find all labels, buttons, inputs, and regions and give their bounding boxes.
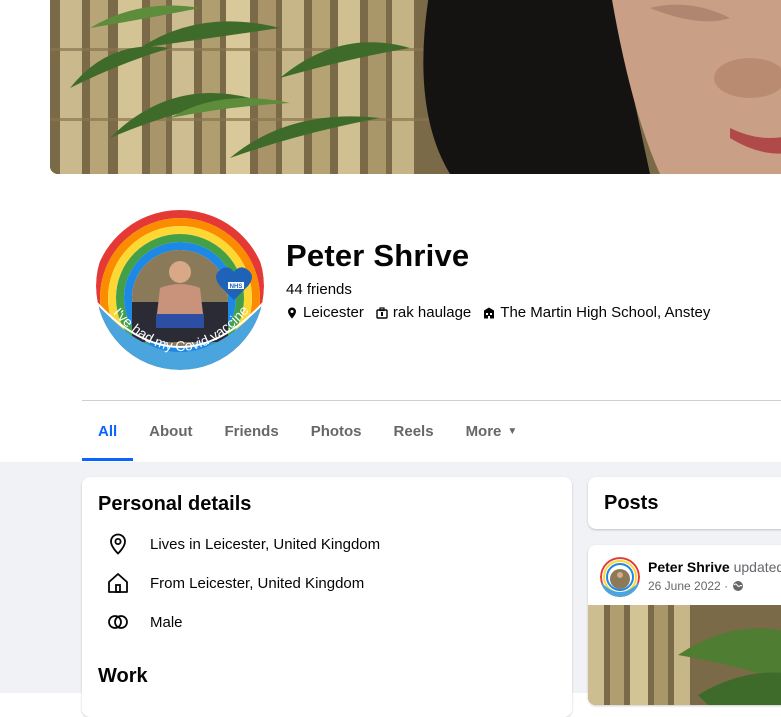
tab-more-label: More (465, 422, 502, 440)
tab-more[interactable]: More ▼ (450, 401, 534, 461)
briefcase-icon (376, 306, 388, 319)
svg-text:NHS: NHS (230, 284, 243, 290)
post-image[interactable] (588, 605, 781, 705)
personal-details-title: Personal details (98, 493, 252, 515)
meta-location: Leicester (286, 304, 364, 321)
meta-school: The Martin High School, Anstey (483, 304, 710, 321)
personal-details-card: Personal details Lives in Leicester, Uni… (82, 477, 572, 717)
tab-reels[interactable]: Reels (378, 401, 450, 461)
cover-photo[interactable] (50, 0, 781, 174)
post-author-line: Peter Shrive updated (648, 559, 781, 575)
post-card: Peter Shrive updated 26 June 2022 · (588, 545, 781, 705)
post-date[interactable]: 26 June 2022 · (648, 579, 728, 593)
friends-count[interactable]: 44 friends (286, 281, 352, 298)
from-text[interactable]: From Leicester, United Kingdom (150, 575, 364, 592)
globe-icon (733, 581, 744, 591)
posts-title: Posts (604, 492, 659, 514)
map-pin-icon (104, 530, 132, 558)
post-author-avatar[interactable] (600, 557, 640, 597)
profile-meta: Leicester rak haulage The Martin High Sc… (286, 304, 710, 321)
gender-icon (104, 608, 132, 636)
profile-avatar[interactable]: NHS I've had my Covid vaccine (96, 202, 264, 370)
gender-text: Male (150, 613, 183, 631)
tab-friends[interactable]: Friends (209, 401, 295, 461)
profile-tabs: All About Friends Photos Reels More ▼ (82, 401, 533, 461)
map-pin-icon (288, 307, 296, 318)
lives-in-text[interactable]: Lives in Leicester, United Kingdom (150, 536, 380, 553)
profile-name: Peter Shrive (286, 238, 470, 273)
tab-all[interactable]: All (82, 401, 134, 461)
work-text[interactable]: rak haulage (393, 304, 471, 321)
post-action: updated (729, 559, 781, 575)
meta-work: rak haulage (376, 304, 471, 321)
school-text[interactable]: The Martin High School, Anstey (500, 304, 710, 321)
home-icon (104, 569, 132, 597)
chevron-down-icon: ▼ (507, 425, 518, 437)
tab-photos[interactable]: Photos (295, 401, 378, 461)
post-author-name[interactable]: Peter Shrive (648, 559, 730, 575)
location-text[interactable]: Leicester (303, 304, 364, 321)
detail-lives-in: Lives in Leicester, United Kingdom (104, 530, 380, 558)
detail-gender: Male (104, 608, 183, 636)
tab-about[interactable]: About (133, 401, 208, 461)
post-meta: 26 June 2022 · (648, 579, 744, 593)
detail-from: From Leicester, United Kingdom (104, 569, 364, 597)
posts-header-card: Posts (588, 477, 781, 529)
school-icon (484, 307, 495, 318)
work-section-title: Work (98, 665, 148, 687)
